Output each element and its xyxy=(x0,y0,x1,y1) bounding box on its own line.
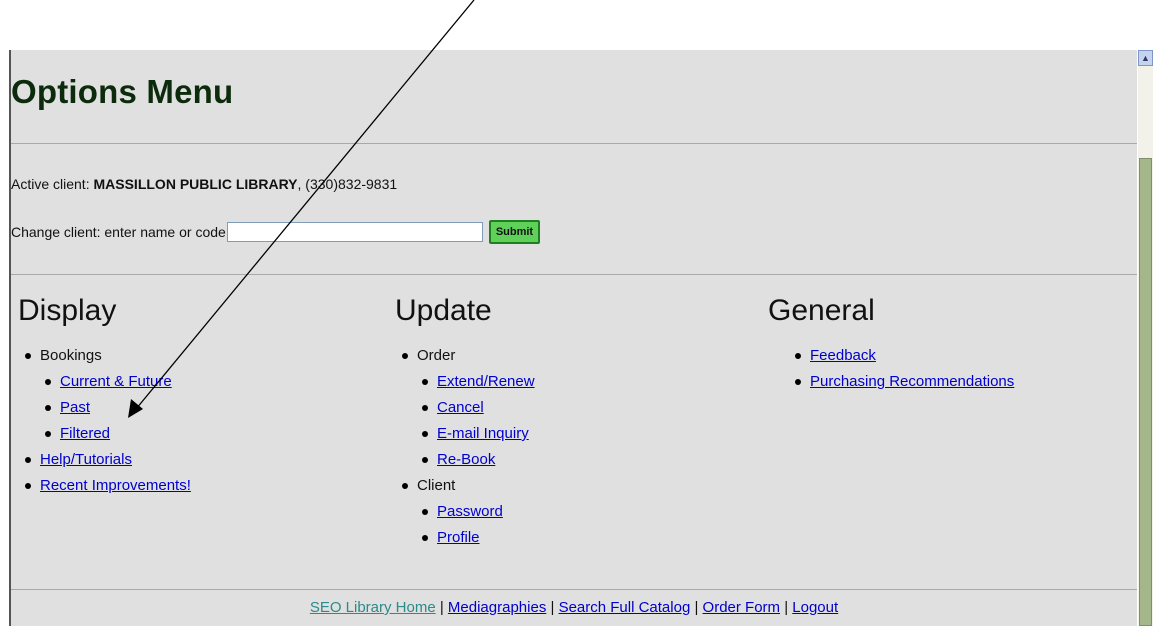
active-client-label: Active client: xyxy=(11,176,90,192)
list-item: Past xyxy=(38,395,191,421)
scroll-thumb[interactable] xyxy=(1139,158,1152,626)
options-page: Options Menu Active client: MASSILLON PU… xyxy=(11,50,1137,626)
list-item: Extend/Renew xyxy=(415,369,535,395)
link-mediagraphies[interactable]: Mediagraphies xyxy=(448,599,546,616)
general-heading: General xyxy=(768,294,875,327)
list-item-client: Client xyxy=(395,473,535,499)
client-label: Client xyxy=(417,477,456,494)
browser-frame: Options Menu Active client: MASSILLON PU… xyxy=(0,50,1153,626)
divider xyxy=(11,143,1137,144)
list-item: Purchasing Recommendations xyxy=(788,369,1014,395)
link-password[interactable]: Password xyxy=(437,503,503,520)
display-heading: Display xyxy=(18,294,117,327)
link-help-tutorials[interactable]: Help/Tutorials xyxy=(40,451,132,468)
divider xyxy=(11,274,1137,275)
update-column: Update Order Extend/Renew Cancel E-mail … xyxy=(395,294,535,551)
bookings-label: Bookings xyxy=(40,347,102,364)
link-purchasing-recommendations[interactable]: Purchasing Recommendations xyxy=(810,373,1014,390)
footer-separator: | xyxy=(435,599,448,616)
link-order-form[interactable]: Order Form xyxy=(703,599,781,616)
list-item: Password xyxy=(415,499,535,525)
list-item-bookings: Bookings xyxy=(18,343,191,369)
list-item-order: Order xyxy=(395,343,535,369)
link-filtered[interactable]: Filtered xyxy=(60,425,110,442)
footer-separator: | xyxy=(780,599,793,616)
link-extend-renew[interactable]: Extend/Renew xyxy=(437,373,535,390)
display-list: Bookings Current & Future Past Filtered … xyxy=(18,343,191,499)
link-profile[interactable]: Profile xyxy=(437,529,480,546)
link-recent-improvements[interactable]: Recent Improvements! xyxy=(40,477,191,494)
list-item: Help/Tutorials xyxy=(18,447,191,473)
link-search-full-catalog[interactable]: Search Full Catalog xyxy=(559,599,691,616)
link-cancel[interactable]: Cancel xyxy=(437,399,484,416)
change-client-form: Change client: enter name or code Submit xyxy=(11,219,541,245)
order-label: Order xyxy=(417,347,456,364)
link-past[interactable]: Past xyxy=(60,399,90,416)
chevron-up-icon[interactable]: ▲ xyxy=(1138,50,1153,66)
active-client-phone: , (330)832-9831 xyxy=(297,176,398,192)
link-feedback[interactable]: Feedback xyxy=(810,347,876,364)
link-re-book[interactable]: Re-Book xyxy=(437,451,495,468)
submit-button[interactable]: Submit xyxy=(488,220,541,244)
active-client-name: MASSILLON PUBLIC LIBRARY xyxy=(93,176,298,192)
list-item: Current & Future xyxy=(38,369,191,395)
footer-separator: | xyxy=(690,599,703,616)
list-item: Feedback xyxy=(788,343,1014,369)
link-email-inquiry[interactable]: E-mail Inquiry xyxy=(437,425,529,442)
vertical-scrollbar[interactable]: ▲ xyxy=(1138,50,1153,626)
footer-separator: | xyxy=(546,599,559,616)
list-item: E-mail Inquiry xyxy=(415,421,535,447)
left-frame-border xyxy=(0,50,11,626)
link-current-future[interactable]: Current & Future xyxy=(60,373,172,390)
update-list: Order Extend/Renew Cancel E-mail Inquiry… xyxy=(395,343,535,551)
list-item: Profile xyxy=(415,525,535,551)
client-search-input[interactable] xyxy=(226,222,483,242)
link-logout[interactable]: Logout xyxy=(792,599,838,616)
display-column: Display Bookings Current & Future Past F… xyxy=(18,294,191,499)
general-column: General Feedback Purchasing Recommendati… xyxy=(768,294,1014,395)
list-item: Recent Improvements! xyxy=(18,473,191,499)
active-client-line: Active client: MASSILLON PUBLIC LIBRARY,… xyxy=(11,176,397,192)
general-list: Feedback Purchasing Recommendations xyxy=(768,343,1014,395)
list-item: Re-Book xyxy=(415,447,535,473)
list-item: Filtered xyxy=(38,421,191,447)
update-heading: Update xyxy=(395,294,492,327)
link-seo-library-home[interactable]: SEO Library Home xyxy=(310,599,436,616)
page-title: Options Menu xyxy=(11,73,234,110)
list-item: Cancel xyxy=(415,395,535,421)
change-client-label: Change client: enter name or code xyxy=(11,224,226,240)
footer-nav: SEO Library Home | Mediagraphies | Searc… xyxy=(11,589,1137,616)
